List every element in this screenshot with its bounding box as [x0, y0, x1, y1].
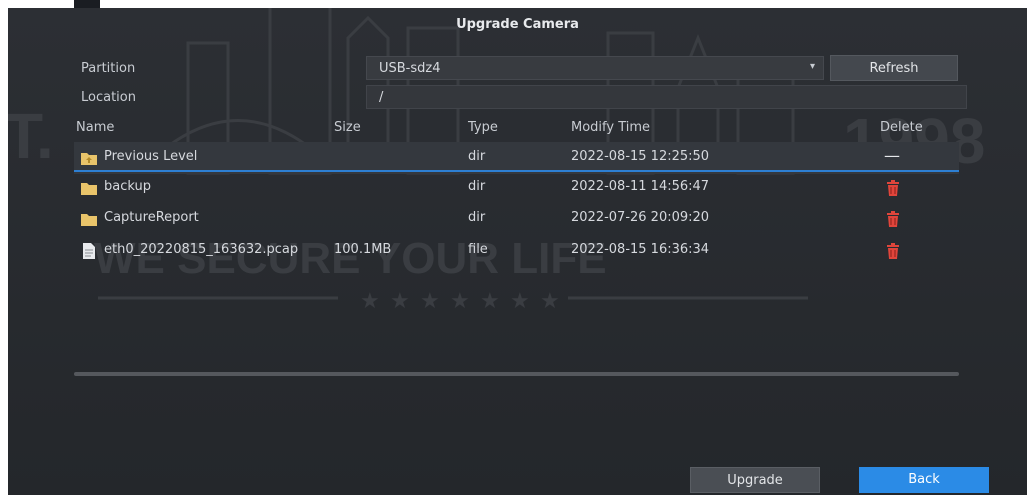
row-type: dir: [468, 149, 486, 164]
table-row[interactable]: CaptureReport dir 2022-07-26 20:09:20: [74, 203, 959, 235]
partition-select[interactable]: USB-sdz4 ▾: [366, 56, 824, 80]
svg-text:★: ★: [510, 289, 530, 314]
svg-text:★: ★: [480, 289, 500, 314]
table-row[interactable]: backup dir 2022-08-11 14:56:47: [74, 172, 959, 204]
header-name: Name: [76, 120, 115, 135]
svg-text:★: ★: [360, 289, 380, 314]
svg-text:★: ★: [420, 289, 440, 314]
upgrade-camera-dialog: T. 1998 WE SECURE YOUR LIFE ★ ★ ★ ★ ★ ★ ★ U…: [8, 8, 1027, 495]
header-size: Size: [334, 120, 361, 135]
file-table-header: Name Size Type Modify Time Delete: [74, 116, 959, 142]
row-modify-time: 2022-07-26 20:09:20: [571, 210, 710, 225]
trash-icon[interactable]: [884, 210, 902, 228]
trash-icon[interactable]: [884, 242, 902, 260]
chevron-down-icon: ▾: [809, 61, 815, 72]
row-name: backup: [104, 179, 151, 194]
row-modify-time: 2022-08-11 14:56:47: [571, 179, 710, 194]
row-type: dir: [468, 210, 486, 225]
row-name: Previous Level: [104, 149, 198, 164]
folder-icon: [81, 183, 97, 195]
folder-up-icon: [81, 153, 97, 165]
location-label: Location: [81, 90, 136, 105]
row-modify-time: 2022-08-15 12:25:50: [571, 149, 710, 164]
row-name: eth0_20220815_163632.pcap: [104, 242, 299, 257]
location-value: /: [379, 90, 384, 105]
row-name: CaptureReport: [104, 210, 199, 225]
horizontal-scrollbar[interactable]: [74, 372, 959, 376]
svg-text:★: ★: [450, 289, 470, 314]
row-size: 100.1MB: [334, 242, 392, 257]
partition-label: Partition: [81, 61, 136, 76]
upgrade-button[interactable]: Upgrade: [690, 467, 820, 493]
folder-icon: [81, 214, 97, 226]
svg-text:★: ★: [390, 289, 410, 314]
header-type: Type: [468, 120, 498, 135]
partition-value: USB-sdz4: [379, 61, 441, 76]
refresh-button[interactable]: Refresh: [830, 55, 958, 81]
corner-tab: [74, 0, 100, 8]
row-type: file: [468, 242, 488, 257]
file-icon: [83, 243, 95, 259]
trash-icon[interactable]: [884, 179, 902, 197]
table-row[interactable]: eth0_20220815_163632.pcap 100.1MB file 2…: [74, 235, 959, 267]
row-modify-time: 2022-08-15 16:36:34: [571, 242, 710, 257]
dash-icon: —: [884, 146, 900, 165]
svg-text:★: ★: [540, 289, 560, 314]
header-delete: Delete: [880, 120, 923, 135]
row-type: dir: [468, 179, 486, 194]
header-modify-time: Modify Time: [571, 120, 651, 135]
dialog-title: Upgrade Camera: [456, 17, 579, 32]
back-button[interactable]: Back: [859, 467, 989, 493]
watermark-left-text: T.: [8, 100, 54, 172]
location-field: /: [366, 85, 967, 109]
